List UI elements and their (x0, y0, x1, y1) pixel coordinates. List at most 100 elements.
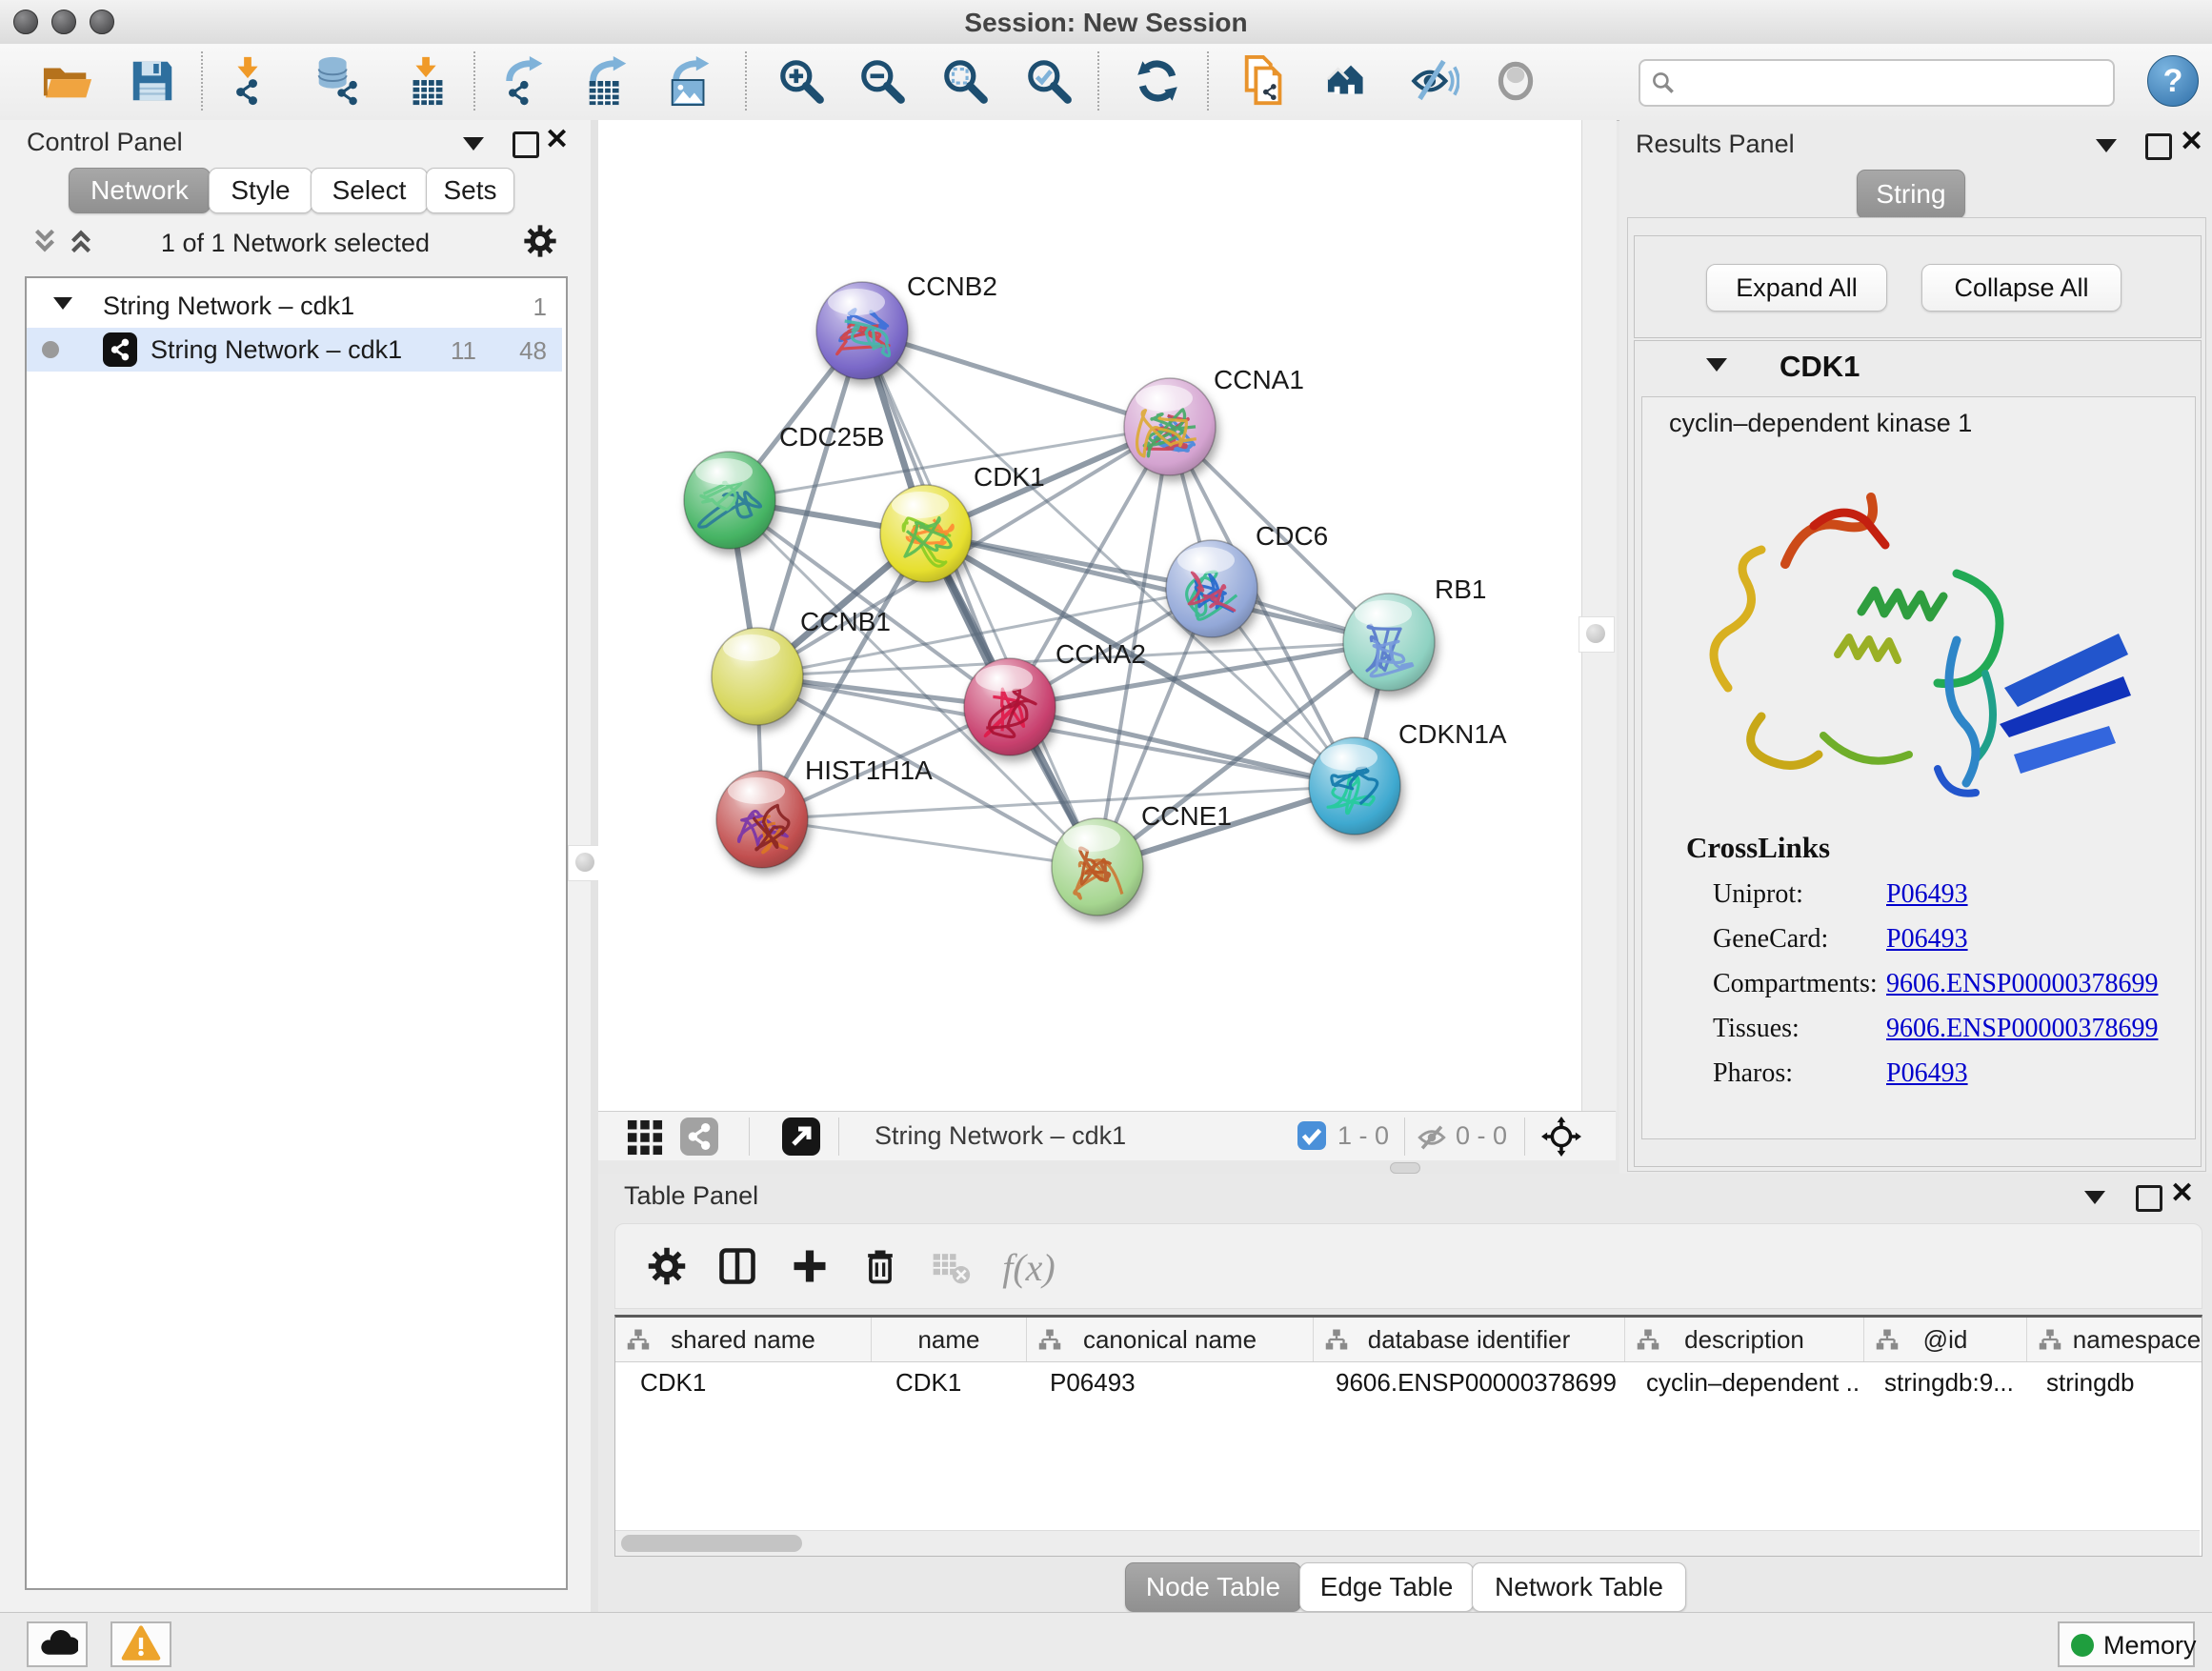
control-panel-menu-button[interactable] (463, 137, 484, 153)
column-header-description[interactable]: description (1625, 1318, 1864, 1361)
protein-section-header[interactable]: CDK1 (1635, 341, 2201, 394)
crosslink-link[interactable]: 9606.ENSP00000378699 (1886, 1014, 2158, 1044)
detach-view-button[interactable] (782, 1117, 820, 1156)
results-panel-title: Results Panel (1636, 130, 1795, 159)
right-splitter-grip[interactable] (1579, 616, 1615, 653)
expand-all-button[interactable]: Expand All (1706, 264, 1887, 312)
show-hidden-button[interactable] (1488, 53, 1543, 109)
crosslink-row: Compartments:9606.ENSP00000378699 (1642, 963, 2195, 1008)
crosslink-link[interactable]: P06493 (1886, 924, 1968, 955)
network-options-gear-button[interactable] (522, 223, 558, 259)
hide-selected-button[interactable] (1406, 53, 1461, 109)
export-table-button[interactable] (580, 53, 635, 109)
tab-sets[interactable]: Sets (426, 168, 514, 213)
export-image-button[interactable] (663, 53, 718, 109)
expand-collapse-bar: Expand All Collapse All (1634, 235, 2202, 338)
window-titlebar: Session: New Session (0, 0, 2212, 45)
delete-column-button[interactable] (855, 1241, 905, 1291)
control-panel-close-button[interactable]: ✕ (545, 130, 569, 151)
network-row-selected[interactable]: String Network – cdk1 11 48 (27, 328, 562, 372)
network-edge-count: 48 (503, 336, 547, 366)
tab-node-table[interactable]: Node Table (1125, 1562, 1301, 1612)
selected-checkbox[interactable] (1297, 1121, 1326, 1150)
tab-network-table[interactable]: Network Table (1472, 1562, 1686, 1612)
open-session-button[interactable] (40, 53, 95, 109)
birds-eye-toggle-button[interactable] (1541, 1117, 1581, 1157)
node-CCNE1[interactable]: CCNE1 (1052, 801, 1232, 916)
column-header-shared-name[interactable]: shared name (615, 1318, 872, 1361)
edge-CCNB2-CCNE1[interactable] (862, 331, 1097, 867)
table-row[interactable]: CDK1CDK1P064939606.ENSP00000378699cyclin… (615, 1361, 2202, 1403)
column-header-label: shared name (671, 1325, 815, 1355)
edge-CCNA2-CDKN1A[interactable] (1010, 707, 1355, 786)
show-all-views-button[interactable] (1324, 53, 1379, 109)
collapse-all-networks-button[interactable] (29, 225, 61, 257)
memory-button[interactable]: Memory (2058, 1621, 2195, 1667)
table-options-gear-button[interactable] (642, 1241, 692, 1291)
results-panel: Results Panel ✕ String Expand All Collap… (1619, 120, 2212, 1174)
zoom-out-button[interactable] (855, 53, 910, 109)
collection-expand-icon[interactable] (53, 297, 72, 310)
column-header-canonical-name[interactable]: canonical name (1027, 1318, 1314, 1361)
refresh-view-button[interactable] (1130, 53, 1185, 109)
results-panel-close-button[interactable]: ✕ (2180, 131, 2203, 153)
crosslink-link[interactable]: P06493 (1886, 879, 1968, 910)
network-label: String Network – cdk1 (151, 335, 402, 365)
column-header-namespace[interactable]: namespace (2027, 1318, 2202, 1361)
tab-string[interactable]: String (1857, 170, 1965, 219)
node-CCNA1[interactable]: CCNA1 (1124, 365, 1304, 475)
node-CDK1[interactable]: CDK1 (880, 462, 1045, 582)
view-grid-mode-button[interactable] (627, 1119, 663, 1156)
table-panel-close-button[interactable]: ✕ (2170, 1183, 2194, 1205)
show-columns-button[interactable] (713, 1241, 762, 1291)
node-CDC25B[interactable]: CDC25B (684, 422, 884, 549)
warnings-button[interactable] (111, 1621, 171, 1667)
node-CDKN1A[interactable]: CDKN1A (1309, 719, 1507, 835)
zoom-fit-button[interactable] (937, 53, 993, 109)
results-panel-float-button[interactable] (2145, 133, 2172, 163)
new-network-from-selection-button[interactable] (1237, 53, 1293, 109)
protein-section: CDK1 cyclin–dependent kinase 1 (1634, 340, 2202, 1167)
node-label-CCNB1: CCNB1 (800, 607, 891, 636)
import-network-database-button[interactable] (309, 53, 364, 109)
control-panel-float-button[interactable] (513, 131, 539, 161)
table-panel-float-button[interactable] (2136, 1185, 2162, 1215)
column-header-database-identifier[interactable]: database identifier (1314, 1318, 1625, 1361)
import-table-file-button[interactable] (400, 53, 455, 109)
status-bar: Memory (0, 1612, 2212, 1671)
tab-select[interactable]: Select (311, 168, 428, 213)
network-collection-row[interactable]: String Network – cdk1 1 (27, 284, 562, 328)
table-panel-menu-button[interactable] (2084, 1191, 2105, 1207)
scrollbar-thumb[interactable] (621, 1535, 802, 1552)
export-network-button[interactable] (498, 53, 553, 109)
node-CCNB1[interactable]: CCNB1 (712, 607, 891, 725)
results-panel-menu-button[interactable] (2096, 139, 2117, 155)
function-builder-button[interactable]: f(x) (991, 1241, 1067, 1291)
crosslink-label: Uniprot: (1713, 879, 1803, 910)
search-input[interactable] (1684, 65, 2107, 99)
save-session-button[interactable] (125, 53, 180, 109)
edge-CCNB2-CCNA1[interactable] (862, 331, 1170, 427)
tab-edge-table[interactable]: Edge Table (1299, 1562, 1474, 1612)
cloud-status-button[interactable] (27, 1621, 88, 1667)
expand-all-networks-button[interactable] (65, 225, 97, 257)
tab-style[interactable]: Style (209, 168, 312, 213)
tab-network[interactable]: Network (69, 168, 211, 213)
network-canvas[interactable]: CCNB2CCNA1CDC25BCDK1CDC6RB1CCNB1CCNA2CDK… (598, 120, 1581, 1111)
node-RB1[interactable]: RB1 (1343, 574, 1486, 691)
edge-CCNE1-HIST1H1A[interactable] (762, 819, 1097, 867)
delete-table-button[interactable] (926, 1241, 975, 1291)
view-network-mode-button[interactable] (680, 1117, 718, 1156)
import-network-file-button[interactable] (220, 53, 275, 109)
create-column-button[interactable] (785, 1241, 835, 1291)
horizontal-splitter-grip[interactable] (1390, 1162, 1420, 1174)
zoom-in-button[interactable] (774, 53, 829, 109)
horizontal-scrollbar[interactable] (615, 1530, 2200, 1556)
collapse-all-button[interactable]: Collapse All (1921, 264, 2122, 312)
help-button[interactable]: ? (2147, 55, 2199, 107)
column-header--id[interactable]: @id (1864, 1318, 2027, 1361)
column-header-name[interactable]: name (872, 1318, 1027, 1361)
zoom-selected-button[interactable] (1021, 53, 1076, 109)
crosslink-link[interactable]: 9606.ENSP00000378699 (1886, 969, 2158, 999)
crosslink-link[interactable]: P06493 (1886, 1058, 1968, 1089)
